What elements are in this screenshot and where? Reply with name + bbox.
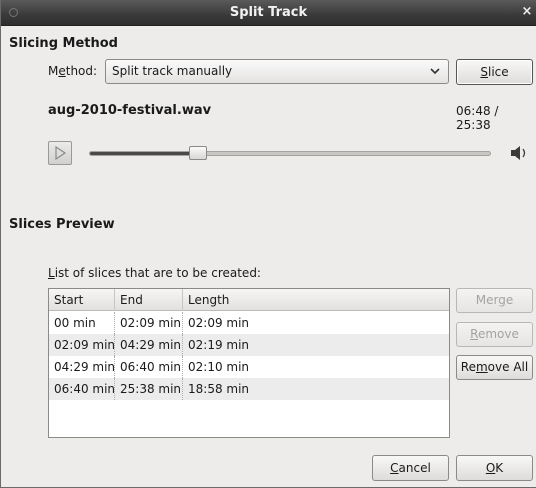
cell-end: 04:29 min bbox=[115, 334, 183, 356]
cell-start: 04:29 min bbox=[49, 356, 115, 378]
slice-button[interactable]: Slice bbox=[456, 59, 533, 85]
cell-end: 02:09 min bbox=[115, 312, 183, 334]
cell-start: 00 min bbox=[49, 312, 115, 334]
ok-button[interactable]: OK bbox=[456, 455, 533, 481]
playback-slider-track[interactable] bbox=[89, 151, 491, 156]
cell-length: 02:19 min bbox=[188, 338, 250, 352]
slices-list-label: List of slices that are to be created: bbox=[48, 266, 261, 280]
remove-all-button[interactable]: Remove All bbox=[456, 355, 533, 380]
chevron-down-icon bbox=[430, 68, 440, 75]
close-button[interactable]: × bbox=[518, 3, 536, 21]
table-row[interactable]: 00 min 02:09 min 02:09 min bbox=[49, 312, 449, 334]
volume-icon[interactable] bbox=[509, 144, 529, 162]
cell-end: 25:38 min bbox=[115, 378, 183, 400]
method-dropdown-value: Split track manually bbox=[112, 64, 233, 78]
playback-slider-fill bbox=[90, 152, 199, 155]
table-row[interactable]: 02:09 min 04:29 min 02:19 min bbox=[49, 334, 449, 356]
track-filename: aug-2010-festival.wav bbox=[48, 103, 212, 118]
remove-button[interactable]: Remove bbox=[456, 322, 533, 347]
column-header-length[interactable]: Length bbox=[183, 289, 449, 311]
slices-preview-heading: Slices Preview bbox=[9, 217, 115, 232]
play-icon bbox=[55, 145, 67, 161]
method-label: Method: bbox=[48, 64, 98, 78]
cell-end: 06:40 min bbox=[115, 356, 183, 378]
play-button[interactable] bbox=[48, 141, 72, 165]
window-title: Split Track bbox=[229, 5, 308, 20]
cell-start: 02:09 min bbox=[49, 334, 115, 356]
cancel-button[interactable]: Cancel bbox=[372, 455, 449, 481]
slices-table-header: Start End Length bbox=[49, 289, 449, 311]
table-row[interactable]: 04:29 min 06:40 min 02:10 min bbox=[49, 356, 449, 378]
column-header-start[interactable]: Start bbox=[49, 289, 115, 311]
merge-button[interactable]: Merge bbox=[456, 288, 533, 313]
method-dropdown[interactable]: Split track manually bbox=[105, 59, 449, 84]
track-time: 06:48 / 25:38 bbox=[456, 104, 499, 132]
cell-length: 02:09 min bbox=[188, 316, 250, 330]
cell-length: 02:10 min bbox=[188, 360, 250, 374]
playback-slider-handle[interactable] bbox=[188, 146, 207, 160]
title-bar: Split Track × bbox=[1, 0, 536, 26]
column-header-end[interactable]: End bbox=[115, 289, 183, 311]
split-track-dialog: Split Track × Slicing Method Method: Spl… bbox=[0, 0, 536, 488]
slicing-method-heading: Slicing Method bbox=[9, 36, 118, 51]
cell-length: 18:58 min bbox=[188, 382, 250, 396]
slices-table[interactable]: Start End Length 00 min 02:09 min 02:09 … bbox=[48, 288, 450, 438]
cell-start: 06:40 min bbox=[49, 378, 115, 400]
table-row[interactable]: 06:40 min 25:38 min 18:58 min bbox=[49, 378, 449, 400]
